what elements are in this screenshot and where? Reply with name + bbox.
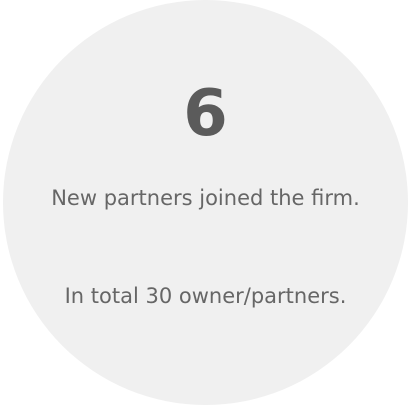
stat-number: 6 (183, 77, 228, 151)
stat-total: In total 30 owner/partners. (64, 284, 347, 308)
stat-description: New partners joined the firm. (51, 186, 360, 210)
